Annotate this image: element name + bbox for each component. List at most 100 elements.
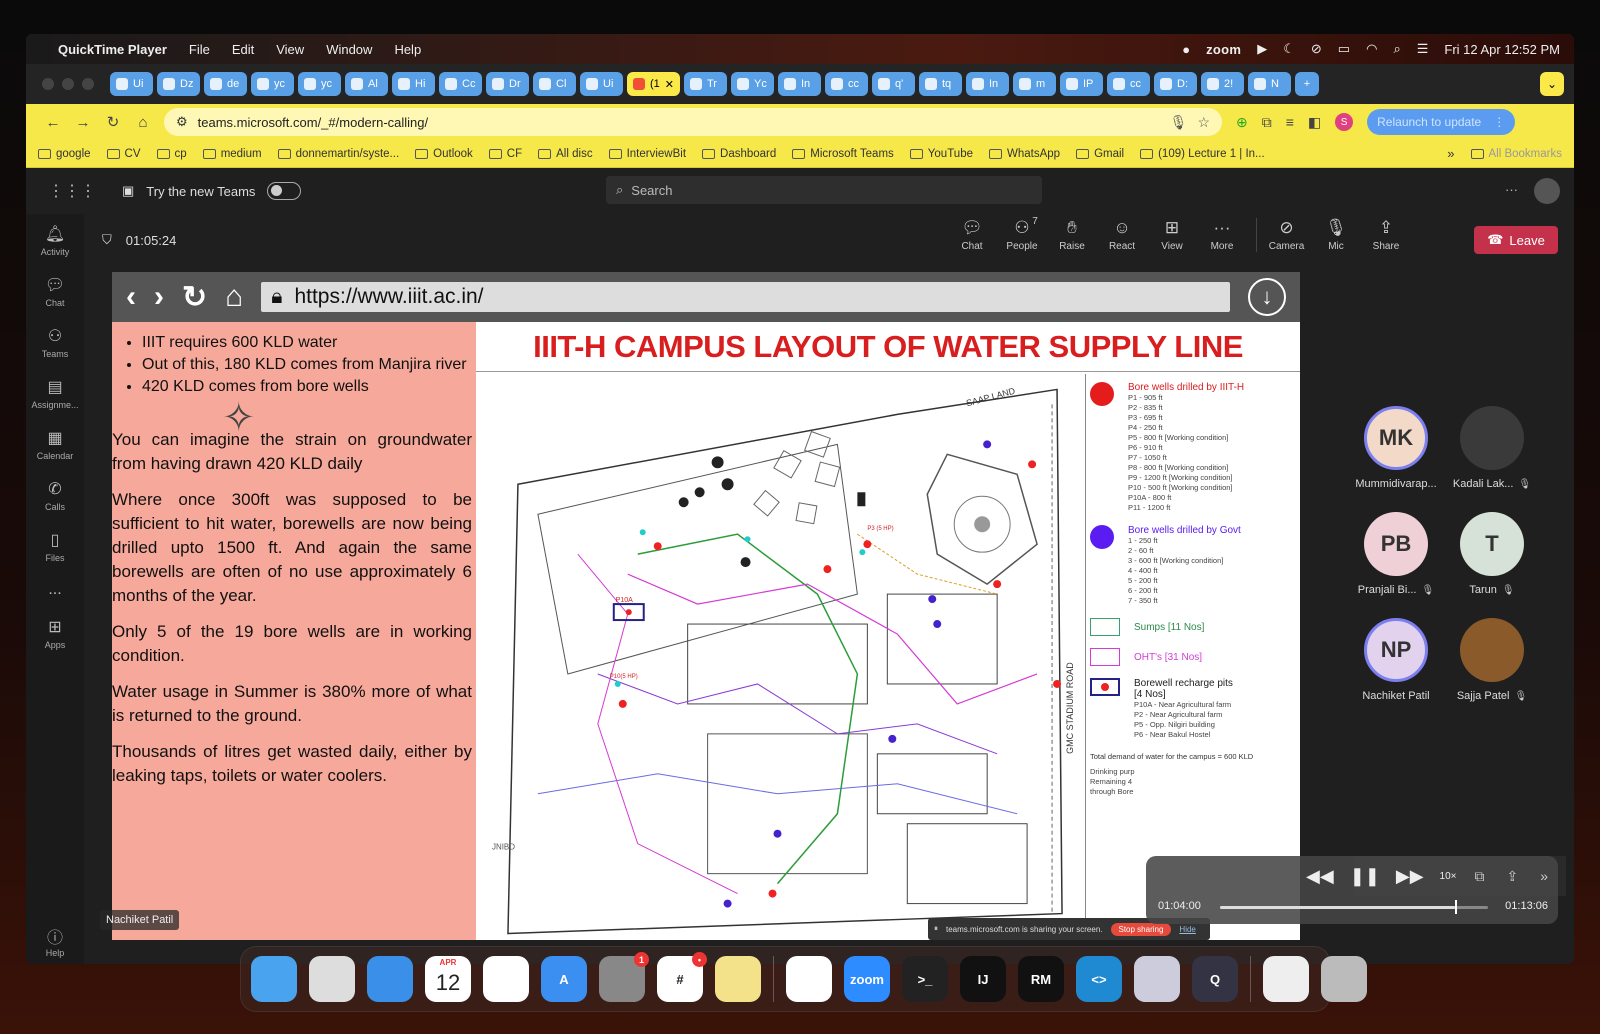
- rail-teams[interactable]: ⚇ Teams: [42, 326, 69, 359]
- browser-tab[interactable]: yc: [251, 72, 294, 96]
- zoom-window-button[interactable]: [82, 78, 94, 90]
- dock-app-store[interactable]: A: [541, 956, 587, 1002]
- bookmark-item[interactable]: YouTube: [909, 148, 973, 160]
- rail-calls[interactable]: ✆ Calls: [45, 479, 65, 512]
- menu-view[interactable]: View: [276, 42, 304, 57]
- sidepanel-icon[interactable]: ◧: [1308, 114, 1321, 131]
- control-center-icon[interactable]: ☰: [1417, 41, 1429, 57]
- browser-tab[interactable]: m: [1013, 72, 1056, 96]
- dock-chrome[interactable]: [786, 956, 832, 1002]
- forward-icon[interactable]: →: [68, 114, 98, 131]
- dock-safari[interactable]: [367, 956, 413, 1002]
- new-teams-toggle[interactable]: [267, 182, 302, 200]
- moon-icon[interactable]: ☾: [1283, 41, 1295, 57]
- rail-chat[interactable]: 💬︎ Chat: [45, 275, 65, 308]
- browser-tab[interactable]: (1 ✕: [627, 72, 680, 96]
- rail-more[interactable]: ...: [48, 581, 61, 599]
- browser-tab[interactable]: In: [778, 72, 821, 96]
- record-icon[interactable]: ●: [1182, 42, 1190, 57]
- dock-finder[interactable]: [251, 956, 297, 1002]
- dock-intellij[interactable]: IJ: [960, 956, 1006, 1002]
- browser-tab[interactable]: tq: [919, 72, 962, 96]
- microphone-icon[interactable]: 🎙: [1170, 114, 1188, 131]
- user-avatar[interactable]: [1534, 178, 1560, 204]
- bookmark-item[interactable]: google: [38, 148, 91, 160]
- bookmark-item[interactable]: cp: [156, 148, 187, 160]
- avatar[interactable]: NP: [1364, 618, 1428, 682]
- control-react[interactable]: ☺ React: [1106, 218, 1138, 252]
- bookmark-item[interactable]: All disc: [538, 148, 593, 160]
- leave-button[interactable]: ☎ Leave: [1474, 226, 1558, 254]
- search-input[interactable]: ⌕ Search: [606, 176, 1042, 204]
- play-icon[interactable]: ▶: [1257, 41, 1267, 57]
- rail-files[interactable]: ▯ Files: [45, 530, 64, 563]
- browser-tab[interactable]: yc: [298, 72, 341, 96]
- wifi-icon[interactable]: ◠: [1366, 41, 1377, 57]
- browser-tab[interactable]: Dz: [157, 72, 200, 96]
- rail-help[interactable]: ⓘ Help: [26, 924, 84, 958]
- browser-tab[interactable]: cc: [825, 72, 868, 96]
- back-icon[interactable]: ←: [38, 114, 68, 131]
- participant-card[interactable]: NP Nachiket Patil: [1348, 618, 1444, 702]
- browser-tab[interactable]: Ui: [110, 72, 153, 96]
- dock-preview[interactable]: [1134, 956, 1180, 1002]
- browser-tab[interactable]: IP: [1060, 72, 1103, 96]
- browser-tab[interactable]: q': [872, 72, 915, 96]
- home-icon[interactable]: ⌂: [128, 114, 158, 131]
- browser-tab[interactable]: Al: [345, 72, 388, 96]
- zoom-status[interactable]: zoom: [1206, 42, 1241, 57]
- browser-tab[interactable]: de: [204, 72, 247, 96]
- browser-tab[interactable]: Ui: [580, 72, 623, 96]
- browser-tab[interactable]: Tr: [684, 72, 727, 96]
- avatar[interactable]: [1460, 618, 1524, 682]
- avatar[interactable]: PB: [1364, 512, 1428, 576]
- bookmark-star-icon[interactable]: ☆: [1197, 114, 1210, 131]
- tab-close-icon[interactable]: ✕: [665, 78, 674, 91]
- dock-launchpad[interactable]: [309, 956, 355, 1002]
- dock-quicktime[interactable]: Q: [1192, 956, 1238, 1002]
- app-name[interactable]: QuickTime Player: [58, 42, 167, 57]
- browser-tab[interactable]: 2!: [1201, 72, 1244, 96]
- all-bookmarks[interactable]: All Bookmarks: [1470, 148, 1562, 160]
- browser-tab[interactable]: D:: [1154, 72, 1197, 96]
- dock-system-settings[interactable]: 1: [599, 952, 649, 1002]
- mute-icon[interactable]: ⊘: [1311, 41, 1322, 57]
- control-chat[interactable]: 💬︎ Chat: [956, 218, 988, 252]
- bookmark-item[interactable]: Microsoft Teams: [792, 148, 894, 160]
- minimize-window-button[interactable]: [62, 78, 74, 90]
- dock-rm[interactable]: RM: [1018, 956, 1064, 1002]
- more-options-icon[interactable]: ···: [1505, 182, 1518, 197]
- browser-tab[interactable]: cc: [1107, 72, 1150, 96]
- participant-card[interactable]: Sajja Patel 🎙︎: [1444, 618, 1540, 702]
- browser-tab[interactable]: Cl: [533, 72, 576, 96]
- fast-forward-icon[interactable]: ▶▶: [1396, 866, 1424, 887]
- menu-dots-icon[interactable]: ⋮: [1493, 115, 1505, 129]
- bookmark-item[interactable]: Dashboard: [702, 148, 776, 160]
- dock-trash[interactable]: [1321, 956, 1367, 1002]
- relaunch-button[interactable]: Relaunch to update ⋮: [1367, 109, 1516, 135]
- participant-card[interactable]: MK Mummidivarap...: [1348, 406, 1444, 490]
- control-more[interactable]: ··· More: [1206, 218, 1238, 252]
- app-launcher-icon[interactable]: ⋮⋮⋮: [48, 181, 96, 201]
- menu-edit[interactable]: Edit: [232, 42, 254, 57]
- browser-tab[interactable]: Dr: [486, 72, 529, 96]
- bookmark-item[interactable]: WhatsApp: [989, 148, 1060, 160]
- bookmark-item[interactable]: medium: [202, 148, 262, 160]
- rail-apps[interactable]: ⊞ Apps: [45, 617, 66, 650]
- avatar[interactable]: [1460, 406, 1524, 470]
- pause-button[interactable]: ❚❚: [1350, 866, 1380, 887]
- reload-icon[interactable]: ↻: [98, 113, 128, 131]
- menu-file[interactable]: File: [189, 42, 210, 57]
- share-out-icon[interactable]: ⇪: [1506, 868, 1518, 885]
- browser-tab[interactable]: Hi: [392, 72, 435, 96]
- control-raise[interactable]: ✋︎ Raise: [1056, 218, 1088, 252]
- extensions-icon[interactable]: ⧉: [1262, 114, 1272, 131]
- shield-icon[interactable]: ⛉: [102, 232, 112, 248]
- bookmark-item[interactable]: InterviewBit: [608, 148, 686, 160]
- menu-help[interactable]: Help: [394, 42, 421, 57]
- search-icon[interactable]: ⌕: [1393, 41, 1400, 57]
- dock-vscode[interactable]: <>: [1076, 956, 1122, 1002]
- bookmark-item[interactable]: CF: [488, 148, 522, 160]
- browser-tab[interactable]: Yc: [731, 72, 774, 96]
- expand-icon[interactable]: »: [1540, 868, 1548, 885]
